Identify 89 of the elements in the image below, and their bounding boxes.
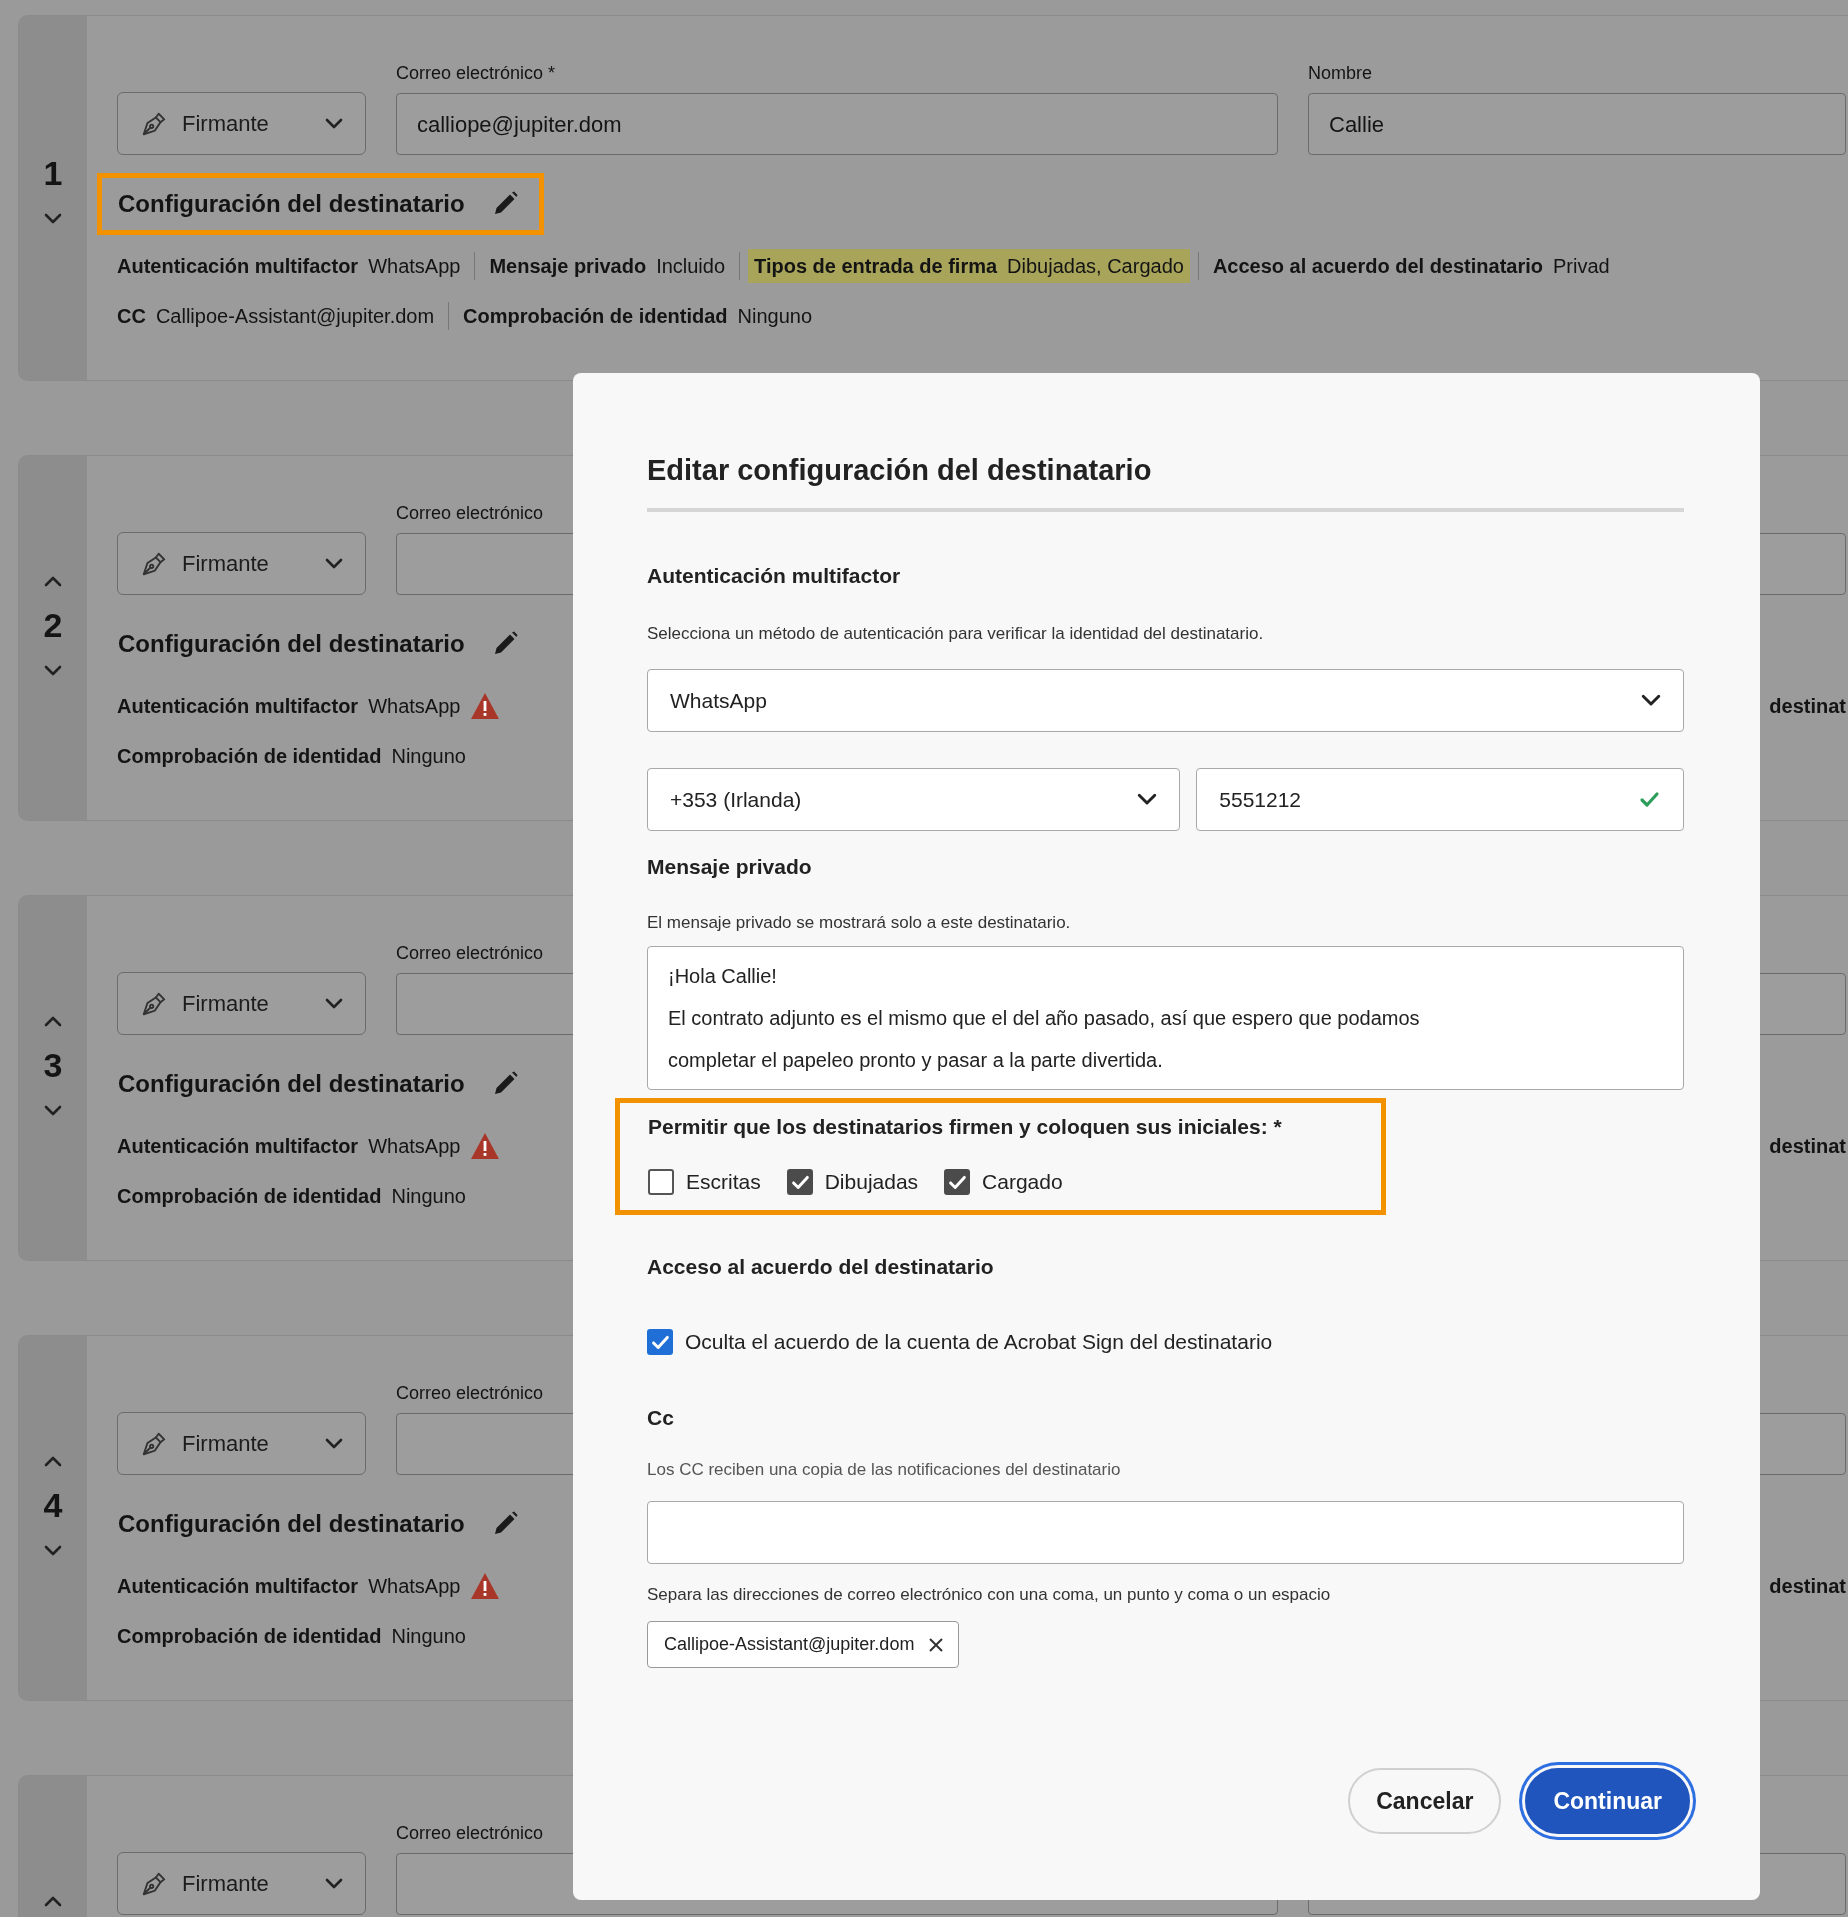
setting-label: destinat: [1769, 694, 1846, 719]
dialog-title: Editar configuración del destinatario: [647, 453, 1684, 512]
checkbox[interactable]: [786, 1169, 813, 1196]
chevron-down-icon: [1137, 792, 1158, 806]
setting-value: WhatsApp: [368, 254, 461, 279]
field-label: Correo electrónico: [396, 1823, 544, 1843]
setting-label: destinat: [1769, 1134, 1846, 1159]
setting-value: WhatsApp: [368, 1574, 461, 1599]
hint-text: Separa las direcciones de correo electrónico con una coma, un punto y coma o un espacio: [647, 1583, 1332, 1606]
chevron-down-icon: [44, 1544, 62, 1557]
checkbox[interactable]: [944, 1169, 971, 1196]
chevron-down-icon: [325, 1437, 343, 1450]
setting-value: Ninguno: [737, 304, 813, 329]
setting-label: Autenticación multifactor: [117, 254, 359, 279]
field-label: Correo electrónico *: [396, 63, 556, 83]
chevron-down-icon: [325, 997, 343, 1010]
field-label: Correo electrónico: [396, 1383, 544, 1403]
setting-label: Mensaje privado: [489, 254, 647, 279]
role-dropdown[interactable]: Firmante: [117, 532, 366, 595]
setting-label: CC: [117, 304, 146, 329]
setting-label: Autenticación multifactor: [117, 694, 359, 719]
cc-field[interactable]: [647, 1500, 1684, 1564]
section-heading: Mensaje privado: [647, 853, 813, 880]
section-title: Configuración del destinatario: [118, 629, 465, 659]
description-text: Selecciona un método de autenticación para verificar la identidad del destinatario.: [647, 623, 1265, 646]
section-title: Configuración del destinatario: [118, 189, 465, 219]
role-dropdown[interactable]: Firmante: [117, 972, 366, 1035]
chevron-up-icon: [44, 1894, 62, 1907]
role-dropdown[interactable]: Firmante: [117, 1852, 366, 1915]
checkbox-label: Dibujadas: [824, 1169, 919, 1196]
setting-value: Incluido: [656, 254, 726, 279]
setting-value: Ninguno: [391, 1624, 466, 1649]
country-code-select[interactable]: +353 (Irlanda): [647, 767, 1181, 831]
setting-label: Autenticación multifactor: [117, 1134, 359, 1159]
field-label: Nombre: [1308, 63, 1373, 83]
setting-value: WhatsApp: [368, 694, 461, 719]
email-field[interactable]: calliope@jupiter.dom: [396, 93, 1278, 155]
name-field[interactable]: Callie: [1308, 93, 1846, 155]
section-title: Configuración del destinatario: [118, 1509, 465, 1539]
field-label: Correo electrónico: [396, 943, 544, 963]
phone-field[interactable]: 5551212: [1196, 767, 1684, 831]
setting-label: Acceso al acuerdo del destinatario: [1212, 254, 1543, 279]
setting-value: Ninguno: [391, 744, 466, 769]
close-icon[interactable]: [928, 1636, 945, 1653]
description-text: Los CC reciben una copia de las notificaciones del destinatario: [647, 1459, 1122, 1482]
chevron-up-icon: [44, 574, 62, 587]
checkbox-label: Escritas: [686, 1169, 761, 1196]
checkbox[interactable]: [648, 1169, 674, 1196]
recipient-number: 4: [43, 1488, 63, 1522]
recipient-number: 3: [43, 1048, 63, 1082]
checkbox-label: Oculta el acuerdo de la cuenta de Acrobat Sign del destinatario: [685, 1329, 1273, 1356]
description-text: El mensaje privado se mostrará solo a este destinatario.: [647, 912, 1072, 935]
checkbox[interactable]: [647, 1329, 673, 1356]
setting-label: destinat: [1769, 1574, 1846, 1599]
method-select[interactable]: WhatsApp: [647, 668, 1684, 732]
section-heading: Acceso al acuerdo del destinatario: [647, 1253, 995, 1280]
chevron-down-icon: [1641, 693, 1661, 707]
setting-label: Comprobación de identidad: [117, 1184, 382, 1209]
setting-value: WhatsApp: [368, 1134, 461, 1159]
setting-value: Ninguno: [391, 1184, 466, 1209]
chevron-down-icon: [325, 1877, 343, 1890]
section-heading: Permitir que los destinatarios firmen y coloquen sus iniciales: *: [648, 1113, 1283, 1140]
section-heading: Autenticación multifactor: [647, 562, 902, 589]
setting-label: Autenticación multifactor: [117, 1574, 359, 1599]
section-title: Configuración del destinatario: [118, 1069, 465, 1099]
cancel-button[interactable]: Cancelar: [1348, 1768, 1502, 1835]
chevron-down-icon: [325, 557, 343, 570]
recipient-number: 1: [43, 156, 63, 190]
message-field[interactable]: ¡Hola Callie! El contrato adjunto es el mismo que el del año pasado, así que espero que podamos completar el papeleo pronto y pasar a la parte divertida.: [647, 945, 1684, 1090]
setting-label: Comprobación de identidad: [117, 744, 382, 769]
chevron-up-icon: [44, 1014, 62, 1027]
chevron-down-icon: [44, 212, 62, 225]
setting-value: Dibujadas, Cargado: [1007, 254, 1184, 279]
recipient-number: 2: [43, 608, 63, 642]
role-dropdown[interactable]: Firmante: [117, 1412, 366, 1475]
setting-label: Tipos de entrada de firma: [754, 254, 998, 279]
setting-label: Comprobación de identidad: [463, 304, 728, 329]
email-tag: Callipoe-Assistant@jupiter.dom: [647, 1621, 960, 1669]
chevron-down-icon: [325, 117, 343, 130]
setting-value: Privad: [1553, 254, 1610, 279]
chevron-down-icon: [44, 664, 62, 677]
setting-value: Callipoe-Assistant@jupiter.dom: [155, 304, 435, 329]
chevron-down-icon: [44, 1104, 62, 1117]
checkbox-label: Cargado: [982, 1169, 1063, 1196]
setting-label: Comprobación de identidad: [117, 1624, 382, 1649]
role-dropdown[interactable]: Firmante: [117, 92, 366, 155]
section-heading: Cc: [647, 1404, 675, 1431]
field-label: Correo electrónico: [396, 503, 544, 523]
chevron-up-icon: [44, 1454, 62, 1467]
